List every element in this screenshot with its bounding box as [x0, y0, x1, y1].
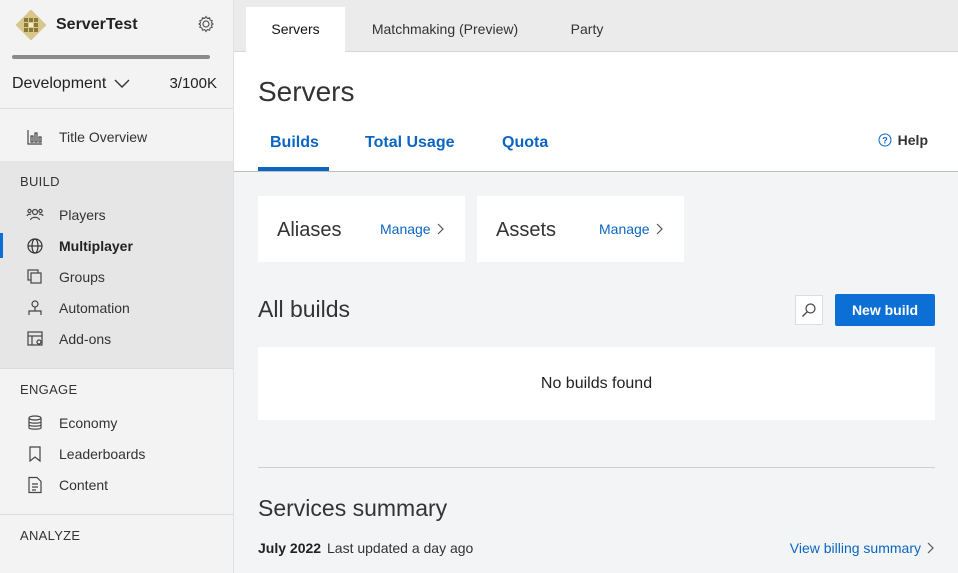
- sidebar-item-players[interactable]: Players: [0, 199, 233, 230]
- active-subtab-indicator: [258, 167, 329, 171]
- subtab-builds[interactable]: Builds: [270, 134, 319, 152]
- chevron-right-icon: [927, 542, 934, 554]
- sidebar-item-groups[interactable]: Groups: [0, 261, 233, 292]
- section-title: ANALYZE: [20, 528, 81, 543]
- sidebar-item-label: Add-ons: [59, 330, 112, 347]
- sidebar-item-content[interactable]: Content: [0, 469, 233, 500]
- sidebar-item-label: Leaderboards: [59, 445, 146, 462]
- sidebar: ServerTest Development 3/100K Title Over…: [0, 0, 234, 573]
- addons-icon: [26, 330, 44, 348]
- card-title: Aliases: [277, 219, 342, 241]
- usage-count: 3/100K: [169, 75, 217, 92]
- gear-icon[interactable]: [197, 15, 215, 33]
- sidebar-section-engage: ENGAGE Economy Leaderboards Content: [0, 368, 233, 514]
- manage-aliases-link[interactable]: Manage: [380, 221, 444, 237]
- groups-icon: [26, 268, 44, 286]
- title-name[interactable]: ServerTest: [56, 16, 138, 34]
- environment-name: Development: [12, 74, 107, 92]
- new-build-button[interactable]: New build: [835, 294, 935, 326]
- assets-card: Assets Manage: [477, 196, 684, 262]
- card-title: Assets: [496, 219, 557, 241]
- link-label: View billing summary: [789, 540, 921, 556]
- bar-chart-icon: [26, 128, 44, 146]
- automation-icon: [26, 299, 44, 317]
- top-tab-bar: Servers Matchmaking (Preview) Party: [234, 0, 958, 52]
- search-icon: [802, 303, 816, 317]
- sidebar-item-label: Players: [59, 206, 106, 223]
- all-builds-heading: All builds: [258, 296, 351, 322]
- help-button[interactable]: ? Help: [878, 132, 928, 148]
- services-summary-heading: Services summary: [258, 495, 448, 521]
- manage-assets-link[interactable]: Manage: [599, 221, 663, 237]
- globe-icon: [26, 237, 44, 255]
- section-title: BUILD: [20, 174, 60, 189]
- sidebar-item-leaderboards[interactable]: Leaderboards: [0, 438, 233, 469]
- tab-servers[interactable]: Servers: [246, 7, 345, 52]
- chevron-down-icon: [114, 79, 130, 88]
- page-title: Servers: [258, 76, 355, 107]
- sidebar-item-label: Multiplayer: [59, 237, 133, 254]
- environment-selector[interactable]: Development: [12, 75, 130, 93]
- document-icon: [26, 476, 44, 494]
- aliases-card: Aliases Manage: [258, 196, 465, 262]
- empty-message: No builds found: [540, 374, 653, 392]
- sidebar-item-label: Title Overview: [59, 128, 148, 145]
- section-divider: [258, 467, 935, 468]
- sidebar-section-analyze: ANALYZE: [0, 514, 233, 573]
- sidebar-item-label: Economy: [59, 414, 118, 431]
- view-billing-summary-link[interactable]: View billing summary: [790, 540, 934, 556]
- bookmark-icon: [26, 445, 44, 463]
- chevron-right-icon: [656, 223, 663, 235]
- subtab-quota[interactable]: Quota: [502, 134, 548, 152]
- environment-row: Development 3/100K: [0, 59, 233, 109]
- help-icon: ?: [878, 133, 892, 147]
- link-label: Manage: [599, 221, 650, 237]
- section-title: ENGAGE: [20, 382, 78, 397]
- sidebar-item-multiplayer[interactable]: Multiplayer: [0, 230, 233, 261]
- tab-matchmaking[interactable]: Matchmaking (Preview): [357, 7, 533, 52]
- sidebar-item-label: Groups: [59, 268, 105, 285]
- title-bar: ServerTest: [0, 0, 233, 50]
- sidebar-item-economy[interactable]: Economy: [0, 407, 233, 438]
- summary-updated: Last updated a day ago: [327, 540, 474, 556]
- link-label: Manage: [380, 221, 431, 237]
- economy-icon: [26, 414, 44, 432]
- search-button[interactable]: [795, 295, 823, 325]
- title-logo-icon: [16, 10, 46, 40]
- sidebar-section-build: BUILD Players Multiplayer Groups Automat…: [0, 161, 233, 368]
- summary-month: July 2022: [258, 540, 322, 556]
- page-header: Servers Builds Total Usage Quota ? Help: [234, 52, 958, 172]
- sidebar-item-addons[interactable]: Add-ons: [0, 323, 233, 354]
- help-label: Help: [897, 132, 928, 148]
- sidebar-item-label: Content: [59, 476, 109, 493]
- empty-builds-panel: No builds found: [258, 347, 935, 420]
- sidebar-item-automation[interactable]: Automation: [0, 292, 233, 323]
- subtab-total-usage[interactable]: Total Usage: [365, 134, 455, 152]
- chevron-right-icon: [437, 223, 444, 235]
- svg-text:?: ?: [882, 136, 888, 146]
- players-icon: [26, 206, 44, 224]
- tab-party[interactable]: Party: [554, 7, 620, 52]
- sidebar-item-title-overview[interactable]: Title Overview: [0, 121, 233, 152]
- sidebar-item-label: Automation: [59, 299, 130, 316]
